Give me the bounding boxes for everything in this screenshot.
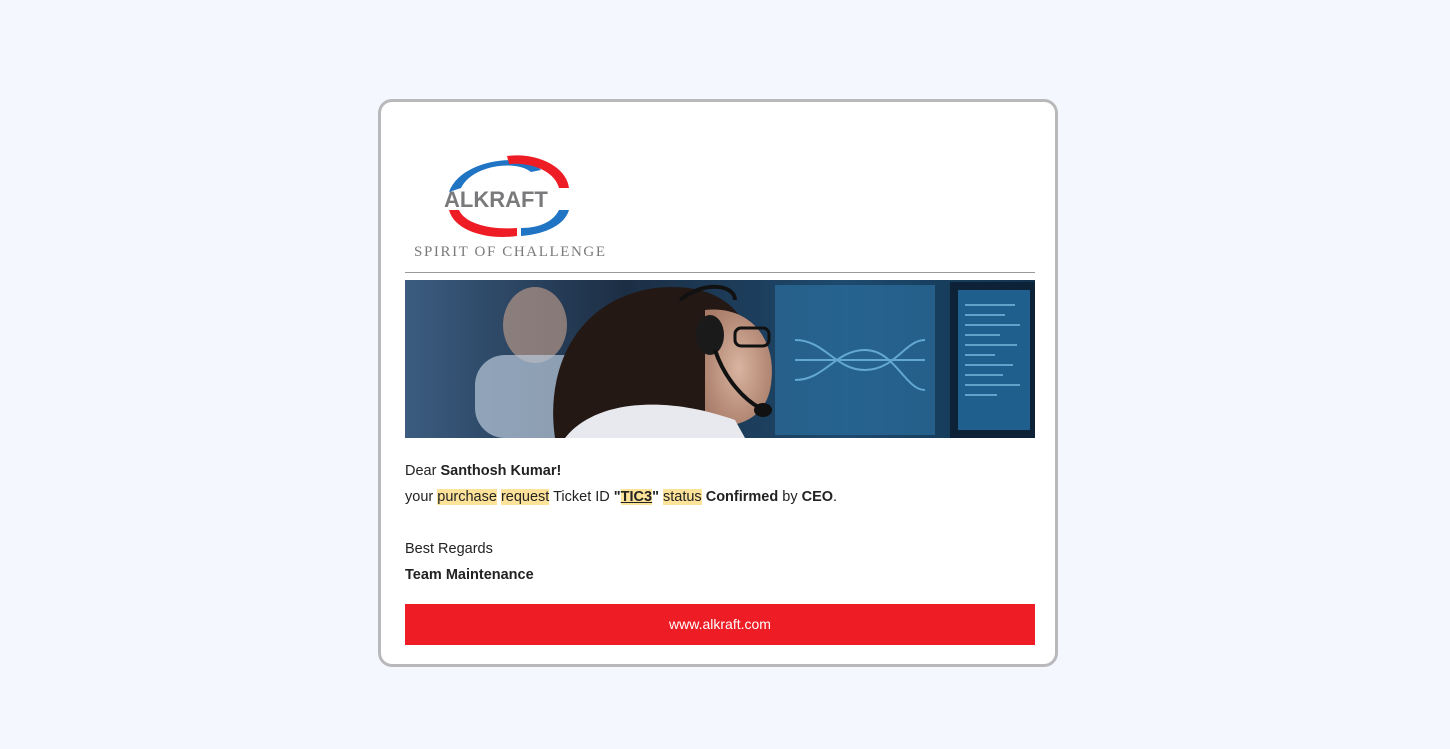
status-value: Confirmed: [705, 489, 779, 505]
end-punct: .: [833, 489, 838, 505]
alkraft-logo-icon: ALKRAFT SPIRIT OF CHALLENGE: [414, 155, 607, 260]
header-divider: [405, 272, 1035, 273]
email-body: Dear Santhosh Kumar! your purchase reque…: [405, 458, 1035, 588]
greeting-line: Dear Santhosh Kumar!: [405, 458, 1035, 484]
hero-banner-image: [405, 280, 1035, 438]
message-prefix: your: [405, 489, 434, 505]
approver: CEO: [801, 489, 834, 505]
ticket-label: Ticket ID: [553, 489, 610, 505]
recipient-name: Santhosh Kumar!: [440, 463, 562, 479]
by-text: by: [782, 489, 798, 505]
svg-text:SPIRIT OF CHALLENGE: SPIRIT OF CHALLENGE: [414, 244, 607, 260]
highlight-purchase: purchase: [437, 489, 497, 505]
alkraft-logo: ALKRAFT SPIRIT OF CHALLENGE: [409, 150, 639, 266]
message-line: your purchase request Ticket ID "TIC3" s…: [405, 484, 1035, 510]
email-page: ALKRAFT SPIRIT OF CHALLENGE Dear Santhos…: [0, 0, 1450, 749]
website-link-button[interactable]: www.alkraft.com: [405, 604, 1035, 645]
quote-close: ": [652, 489, 659, 505]
signature-line: Team Maintenance: [405, 567, 534, 583]
greeting-word: Dear: [405, 463, 437, 479]
highlight-request: request: [500, 489, 550, 505]
quote-open: ": [613, 489, 621, 505]
svg-text:ALKRAFT: ALKRAFT: [444, 187, 548, 212]
highlight-status: status: [663, 489, 702, 505]
closing-line: Best Regards: [405, 541, 493, 557]
ticket-id: TIC3: [620, 489, 653, 505]
email-card: ALKRAFT SPIRIT OF CHALLENGE Dear Santhos…: [378, 99, 1058, 667]
support-agents-photo: [405, 280, 1035, 438]
